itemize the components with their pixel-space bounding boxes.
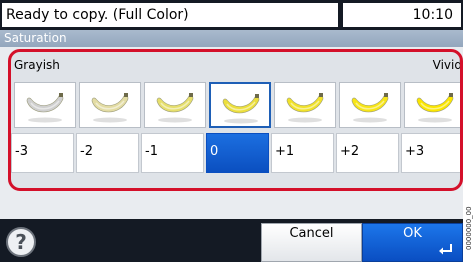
saturation-value-button[interactable]: -3 [11, 133, 74, 173]
bottom-bar: ? Cancel OK [0, 219, 463, 262]
saturation-swatch[interactable] [339, 82, 401, 128]
copy-screen-panel: Ready to copy. (Full Color) 10:10 Satura… [0, 0, 463, 262]
saturation-swatches [11, 82, 460, 128]
saturation-swatch[interactable] [209, 82, 271, 128]
saturation-value-button[interactable]: +1 [271, 133, 334, 173]
status-message: Ready to copy. (Full Color) [2, 3, 338, 27]
banana-icon [416, 93, 454, 123]
saturation-swatch[interactable] [79, 82, 141, 128]
banana-icon [26, 93, 64, 123]
scale-labels: Grayish Vivid [11, 56, 460, 76]
saturation-swatch[interactable] [274, 82, 336, 128]
banana-icon [351, 93, 389, 123]
help-icon: ? [15, 230, 27, 254]
ok-button[interactable]: OK [362, 223, 463, 262]
side-code: 0000000_00 [465, 206, 473, 250]
saturation-swatch[interactable] [144, 82, 206, 128]
status-bar: Ready to copy. (Full Color) 10:10 [0, 0, 463, 30]
saturation-value-button[interactable]: +3 [401, 133, 460, 173]
banana-icon [222, 94, 260, 124]
cancel-button[interactable]: Cancel [261, 223, 362, 262]
banana-icon [91, 93, 129, 123]
banana-icon [156, 93, 194, 123]
screen-title: Saturation [0, 30, 463, 47]
help-button[interactable]: ? [6, 227, 36, 257]
saturation-value-button[interactable]: -1 [141, 133, 204, 173]
saturation-selector: Grayish Vivid -3 -2 -1 0 +1 +2 +3 [8, 49, 463, 191]
banana-icon [286, 93, 324, 123]
saturation-value-button[interactable]: +2 [336, 133, 399, 173]
saturation-swatch[interactable] [404, 82, 460, 128]
scale-right-label: Vivid [432, 58, 462, 72]
enter-icon [439, 244, 452, 255]
scale-left-label: Grayish [14, 58, 60, 72]
ok-label: OK [403, 226, 422, 241]
saturation-value-button[interactable]: -2 [76, 133, 139, 173]
saturation-value-button[interactable]: 0 [206, 133, 269, 173]
saturation-values: -3 -2 -1 0 +1 +2 +3 [11, 133, 460, 173]
status-time: 10:10 [343, 3, 461, 27]
saturation-swatch[interactable] [14, 82, 76, 128]
